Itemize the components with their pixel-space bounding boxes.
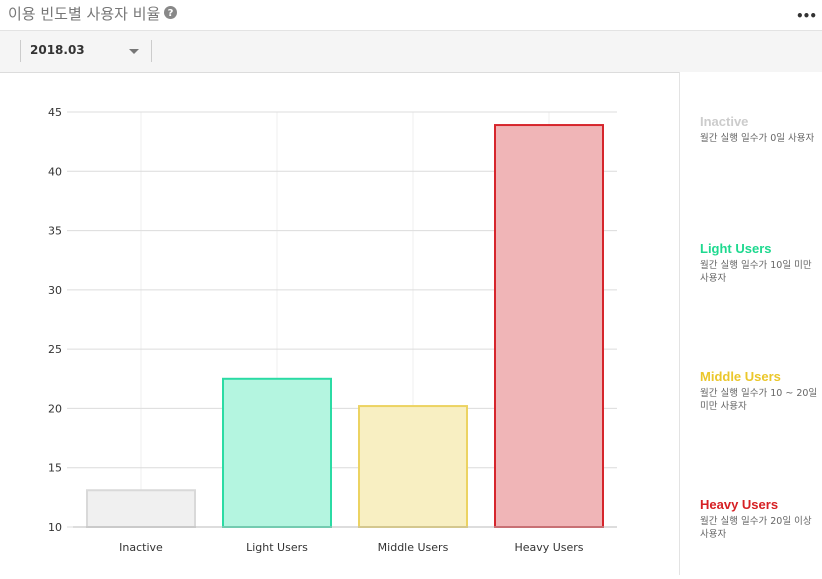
y-tick-label: 20 (48, 402, 62, 415)
legend-name: Heavy Users (700, 497, 779, 512)
selected-month: 2018.03 (30, 43, 85, 57)
y-tick-label: 45 (48, 106, 62, 119)
bar-chart: 10 15 20 25 30 35 40 45 Inactive Light Users Middl… (48, 106, 617, 554)
y-tick-label: 40 (48, 165, 62, 178)
bar (358, 405, 468, 528)
legend-name: Light Users (700, 241, 772, 256)
month-dropdown[interactable]: 2018.03 (20, 40, 152, 62)
x-tick-label: Inactive (119, 541, 163, 554)
legend-name: Middle Users (700, 369, 781, 384)
x-tick-label: Middle Users (378, 541, 449, 554)
x-tick-label: Heavy Users (514, 541, 583, 554)
bar (86, 489, 196, 528)
legend-item-heavy-users: Heavy Users 월간 실행 일수가 20일 이상 사용자 (700, 497, 818, 541)
header: 이용 빈도별 사용자 비율 ? ••• (0, 0, 822, 30)
more-dots-icon[interactable]: ••• (796, 9, 817, 23)
legend-item-light-users: Light Users 월간 실행 일수가 10일 미만 사용자 (700, 241, 818, 285)
chart-area: 10 15 20 25 30 35 40 45 Inactive Light Users Middl… (0, 72, 678, 575)
y-tick-label: 25 (48, 343, 62, 356)
chevron-down-icon (129, 49, 139, 54)
legend-panel: Inactive 월간 실행 일수가 0일 사용자 Light Users 월간… (679, 72, 822, 575)
legend-name: Inactive (700, 114, 749, 129)
legend-description: 월간 실행 일수가 20일 이상 사용자 (700, 516, 812, 540)
y-tick-label: 35 (48, 225, 62, 238)
legend-description: 월간 실행 일수가 10 ~ 20일 미만 사용자 (700, 388, 818, 412)
legend-item-inactive: Inactive 월간 실행 일수가 0일 사용자 (700, 114, 818, 145)
question-circle-icon[interactable]: ? (164, 6, 177, 19)
legend-item-middle-users: Middle Users 월간 실행 일수가 10 ~ 20일 미만 사용자 (700, 369, 818, 413)
legend-description: 월간 실행 일수가 0일 사용자 (700, 133, 815, 144)
legend-description: 월간 실행 일수가 10일 미만 사용자 (700, 260, 812, 284)
bar (494, 124, 604, 529)
svg-text:?: ? (168, 8, 174, 19)
x-tick-label: Light Users (246, 541, 308, 554)
page-title: 이용 빈도별 사용자 비율 (8, 5, 161, 23)
y-tick-label: 15 (48, 462, 62, 475)
bar (222, 377, 332, 528)
y-tick-label: 10 (48, 521, 62, 534)
y-tick-label: 30 (48, 284, 62, 297)
filter-bar: 2018.03 (0, 30, 822, 73)
